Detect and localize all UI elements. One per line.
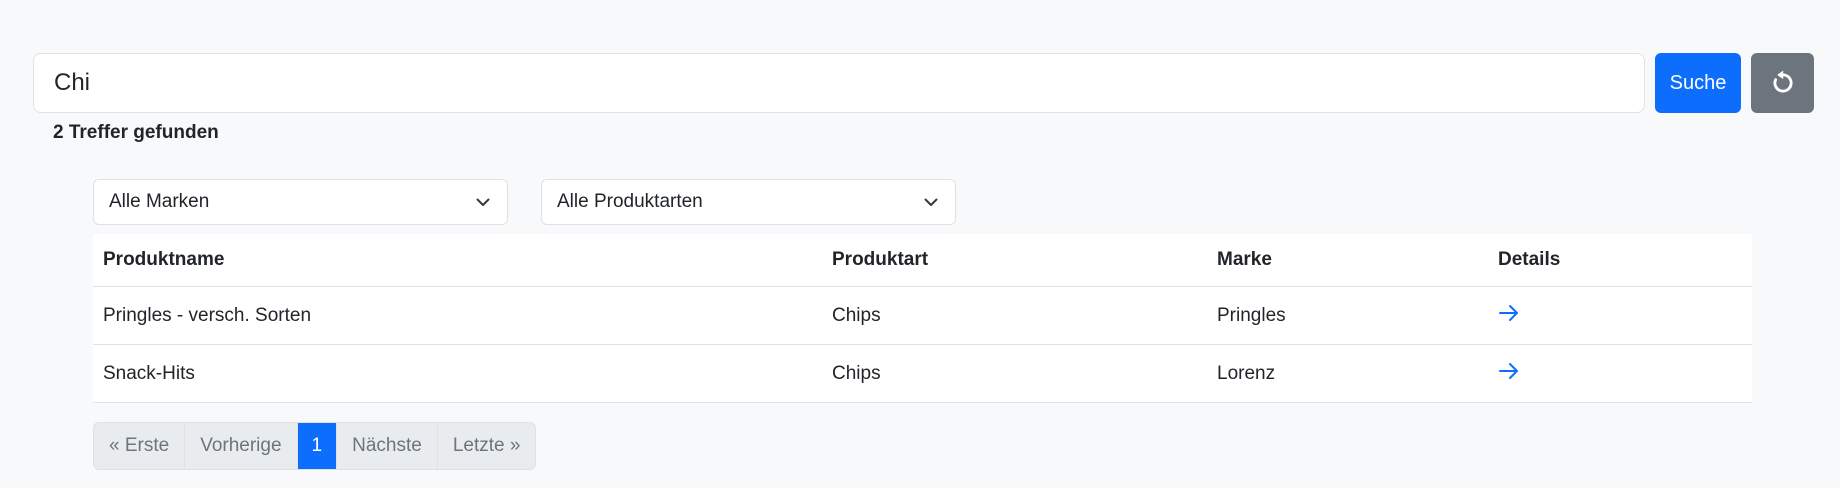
details-cell: [1488, 286, 1752, 345]
product-type-filter-select[interactable]: Alle Produktarten: [541, 179, 956, 225]
column-header-details: Details: [1488, 234, 1752, 287]
brand-filter-select[interactable]: Alle Marken: [93, 179, 508, 225]
product-type-cell: Chips: [822, 344, 1207, 403]
brand-filter-value: Alle Marken: [109, 191, 210, 212]
filters: Alle Marken Alle Produktarten: [93, 179, 956, 225]
search-bar: Suche: [33, 53, 1814, 113]
pagination-next[interactable]: Nächste: [337, 423, 438, 469]
details-link[interactable]: [1498, 360, 1520, 382]
results-table: Produktname Produktart Marke Details Pri…: [93, 234, 1752, 403]
arrow-right-icon: [1499, 362, 1518, 379]
table-header-row: Produktname Produktart Marke Details: [93, 234, 1752, 287]
pagination-previous[interactable]: Vorherige: [185, 423, 298, 469]
table-row: Pringles - versch. Sorten Chips Pringles: [93, 286, 1752, 345]
pagination-last[interactable]: Letzte »: [438, 423, 536, 469]
pagination: « Erste Vorherige 1 Nächste Letzte »: [93, 422, 537, 470]
results-count: 2 Treffer gefunden: [53, 122, 219, 143]
details-cell: [1488, 344, 1752, 403]
arrow-right-icon: [1499, 304, 1518, 321]
chevron-down-icon: [924, 198, 938, 206]
brand-cell: Lorenz: [1207, 344, 1488, 403]
product-name-cell: Pringles - versch. Sorten: [93, 286, 822, 345]
brand-cell: Pringles: [1207, 286, 1488, 345]
details-link[interactable]: [1498, 302, 1520, 324]
table-row: Snack-Hits Chips Lorenz: [93, 344, 1752, 403]
column-header-brand: Marke: [1207, 234, 1488, 287]
product-name-cell: Snack-Hits: [93, 344, 822, 403]
product-type-filter-value: Alle Produktarten: [557, 191, 703, 212]
pagination-first[interactable]: « Erste: [94, 423, 186, 469]
reset-icon: [1773, 70, 1792, 93]
pagination-current-page[interactable]: 1: [297, 423, 338, 469]
column-header-product-type: Produktart: [822, 234, 1207, 287]
reset-button[interactable]: [1751, 53, 1814, 113]
search-input[interactable]: [33, 53, 1645, 113]
product-type-cell: Chips: [822, 286, 1207, 345]
chevron-down-icon: [476, 198, 490, 206]
column-header-product-name: Produktname: [93, 234, 822, 287]
search-button[interactable]: Suche: [1655, 53, 1741, 113]
